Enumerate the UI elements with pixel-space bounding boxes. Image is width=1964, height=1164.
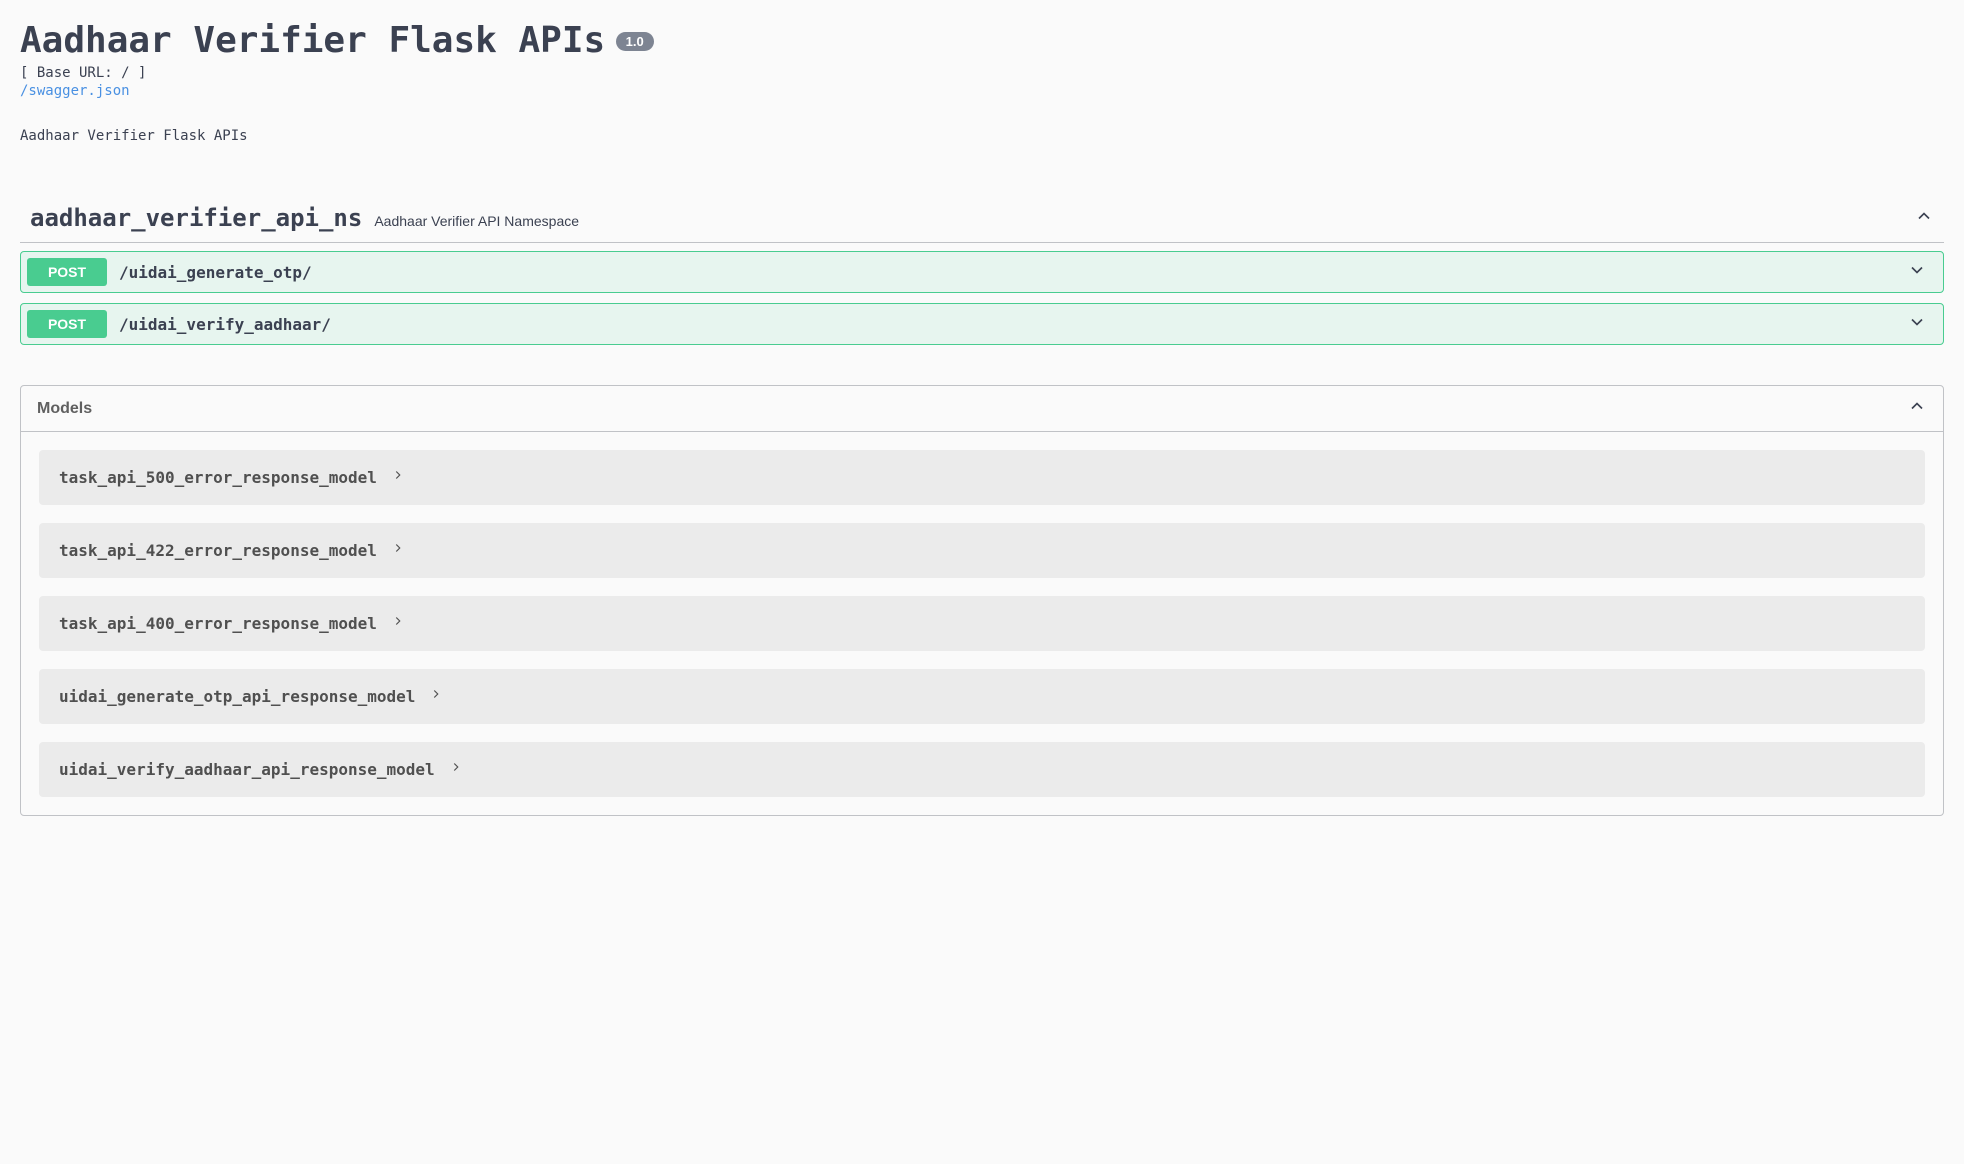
operation-uidai-verify-aadhaar[interactable]: POST /uidai_verify_aadhaar/ bbox=[20, 303, 1944, 345]
model-item[interactable]: task_api_422_error_response_model bbox=[39, 523, 1925, 578]
models-list: task_api_500_error_response_model task_a… bbox=[21, 432, 1943, 815]
model-name: task_api_500_error_response_model bbox=[59, 468, 377, 487]
chevron-up-icon bbox=[1907, 396, 1927, 421]
operation-uidai-generate-otp[interactable]: POST /uidai_generate_otp/ bbox=[20, 251, 1944, 293]
models-title: Models bbox=[37, 400, 92, 418]
models-header-toggle[interactable]: Models bbox=[21, 386, 1943, 432]
namespace-header-left: aadhaar_verifier_api_ns Aadhaar Verifier… bbox=[30, 204, 579, 232]
namespace-description: Aadhaar Verifier API Namespace bbox=[374, 213, 579, 229]
namespace-name: aadhaar_verifier_api_ns bbox=[30, 204, 362, 232]
chevron-down-icon bbox=[1907, 260, 1937, 285]
http-method-badge: POST bbox=[27, 258, 107, 286]
api-title: Aadhaar Verifier Flask APIs bbox=[20, 20, 605, 61]
http-method-badge: POST bbox=[27, 310, 107, 338]
models-section: Models task_api_500_error_response_model… bbox=[20, 385, 1944, 816]
chevron-right-icon bbox=[449, 760, 463, 779]
api-header: Aadhaar Verifier Flask APIs 1.0 [ Base U… bbox=[20, 20, 1944, 144]
version-badge: 1.0 bbox=[616, 32, 654, 51]
chevron-right-icon bbox=[391, 468, 405, 487]
model-item[interactable]: uidai_verify_aadhaar_api_response_model bbox=[39, 742, 1925, 797]
operation-path: /uidai_verify_aadhaar/ bbox=[119, 315, 1907, 334]
model-item[interactable]: task_api_500_error_response_model bbox=[39, 450, 1925, 505]
model-item[interactable]: uidai_generate_otp_api_response_model bbox=[39, 669, 1925, 724]
model-name: uidai_verify_aadhaar_api_response_model bbox=[59, 760, 435, 779]
model-name: task_api_422_error_response_model bbox=[59, 541, 377, 560]
chevron-down-icon bbox=[1907, 312, 1937, 337]
model-item[interactable]: task_api_400_error_response_model bbox=[39, 596, 1925, 651]
namespace-section: aadhaar_verifier_api_ns Aadhaar Verifier… bbox=[20, 194, 1944, 345]
model-name: task_api_400_error_response_model bbox=[59, 614, 377, 633]
model-name: uidai_generate_otp_api_response_model bbox=[59, 687, 415, 706]
chevron-right-icon bbox=[391, 541, 405, 560]
chevron-up-icon bbox=[1914, 206, 1934, 231]
operations-list: POST /uidai_generate_otp/ POST /uidai_ve… bbox=[20, 243, 1944, 345]
namespace-header-toggle[interactable]: aadhaar_verifier_api_ns Aadhaar Verifier… bbox=[20, 194, 1944, 243]
base-url-label: [ Base URL: / ] bbox=[20, 65, 1944, 81]
operation-path: /uidai_generate_otp/ bbox=[119, 263, 1907, 282]
swagger-json-link[interactable]: /swagger.json bbox=[20, 83, 130, 99]
api-description: Aadhaar Verifier Flask APIs bbox=[20, 128, 1944, 144]
chevron-right-icon bbox=[429, 687, 443, 706]
chevron-right-icon bbox=[391, 614, 405, 633]
